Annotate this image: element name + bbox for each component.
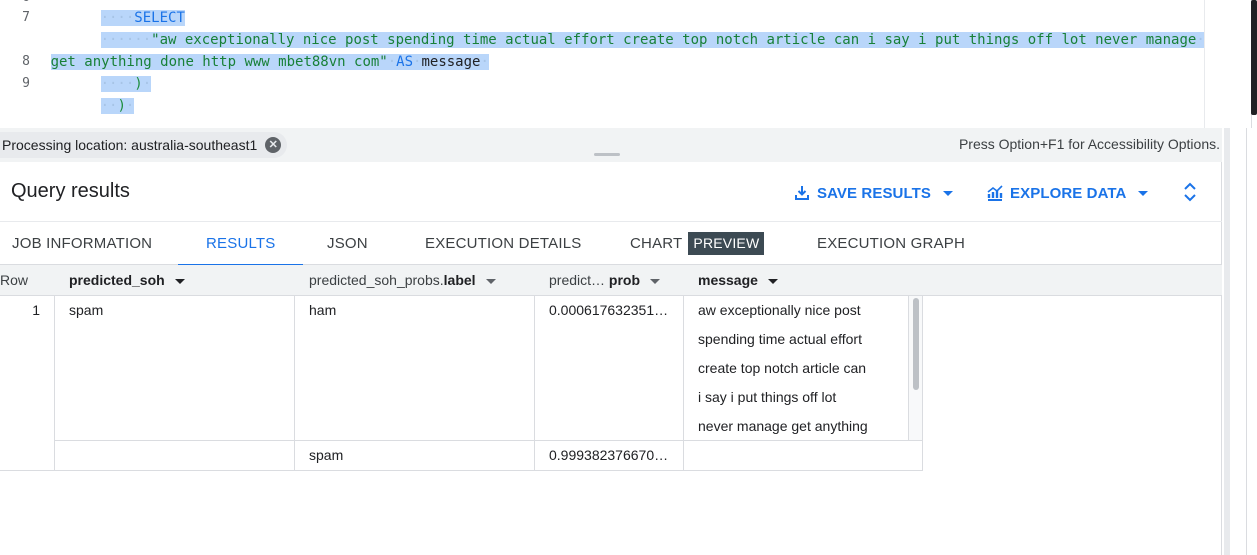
col-header-predicted-soh[interactable]: predicted_soh [55, 265, 295, 296]
results-table: Row predicted_soh predicted_soh_probs.la… [0, 265, 1222, 471]
chevron-down-icon [943, 190, 953, 196]
processing-location-text: Processing location: australia-southeast… [2, 137, 258, 153]
explore-data-label: EXPLORE DATA [1010, 184, 1127, 202]
sort-menu-icon[interactable] [650, 278, 661, 284]
code-line: ··)· [100, 98, 135, 114]
tab-chart-label: CHART [630, 235, 683, 252]
cell-probs-prob[interactable]: 0.999382376670… [549, 447, 675, 463]
page-title: Query results [11, 180, 130, 202]
editor-scrollbar[interactable] [1245, 0, 1257, 555]
chart-icon [987, 185, 1003, 201]
message-line: i say i put things off lot [698, 389, 837, 405]
processing-location-chip[interactable]: Processing location: australia-southeast… [0, 132, 288, 158]
col-header-probs-prob[interactable]: predict… prob [535, 265, 683, 296]
preview-badge: PREVIEW [688, 231, 765, 255]
sort-menu-icon[interactable] [485, 278, 496, 284]
editor-scroll-thumb[interactable] [1251, 0, 1257, 115]
cell-probs-prob[interactable]: 0.000617632351… [549, 302, 675, 318]
editor-divider [1204, 0, 1205, 128]
tab-job-information[interactable]: JOB INFORMATION [12, 222, 152, 265]
tab-execution-details[interactable]: EXECUTION DETAILS [425, 222, 581, 265]
save-results-label: SAVE RESULTS [817, 184, 931, 202]
message-line: create top notch article can [698, 360, 867, 376]
query-results-panel: Query results SAVE RESULTS EXPLORE DATA … [0, 162, 1222, 555]
cell-scroll-thumb[interactable] [913, 298, 919, 390]
save-results-button[interactable]: SAVE RESULTS [793, 182, 953, 204]
sort-menu-icon[interactable] [767, 278, 778, 284]
download-icon [795, 186, 809, 200]
chevron-down-icon [1138, 190, 1149, 196]
resize-handle[interactable] [594, 153, 620, 156]
close-icon[interactable]: ✕ [265, 137, 282, 153]
cell-probs-label[interactable]: ham [309, 302, 336, 318]
tab-chart[interactable]: CHART PREVIEW [630, 222, 765, 265]
col-header-row: Row [0, 272, 29, 288]
sort-menu-icon[interactable] [174, 278, 185, 284]
cell-probs-label[interactable]: spam [309, 447, 343, 463]
accessibility-hint: Press Option+F1 for Accessibility Option… [958, 136, 1220, 152]
message-line: aw exceptionally nice post [698, 302, 861, 318]
code-line: ······"aw exceptionally nice post spendi… [100, 32, 1205, 48]
tab-json[interactable]: JSON [327, 222, 368, 265]
as-keyword: AS [396, 54, 414, 70]
message-line: spending time actual effort [698, 331, 862, 347]
col-header-label: predicted_soh [69, 272, 165, 288]
line-number: 6 [0, 0, 30, 5]
line-number: 7 [22, 10, 30, 25]
col-header-message[interactable]: message [684, 265, 923, 296]
sql-editor[interactable]: 6 7 8 9 ····SELECT ······"aw exceptional… [0, 0, 1222, 128]
row-number: 1 [32, 302, 40, 318]
table-header: Row predicted_soh predicted_soh_probs.la… [0, 265, 1222, 296]
expand-icon[interactable] [1180, 180, 1200, 204]
code-line: ····SELECT [100, 10, 185, 26]
window-edge [1222, 128, 1257, 555]
tab-results[interactable]: RESULTS [177, 222, 305, 266]
results-tabs: JOB INFORMATION RESULTS JSON EXECUTION D… [0, 221, 1222, 266]
tab-execution-graph[interactable]: EXECUTION GRAPH [817, 222, 965, 265]
status-strip: Processing location: australia-southeast… [0, 128, 1222, 162]
message-line: never manage get anything [698, 418, 868, 434]
close-paren: ) [117, 98, 126, 114]
close-paren: ) [134, 76, 143, 92]
col-header-probs-label[interactable]: predicted_soh_probs.label [295, 265, 535, 296]
cell-predicted-soh[interactable]: spam [69, 302, 103, 318]
code-line-wrap: get anything done http www mbet88vn com"… [50, 54, 489, 70]
cell-scrollbar[interactable] [908, 296, 922, 440]
alias-name: message [421, 54, 481, 70]
code-line: ····)· [100, 76, 152, 92]
explore-data-button[interactable]: EXPLORE DATA [986, 182, 1149, 204]
